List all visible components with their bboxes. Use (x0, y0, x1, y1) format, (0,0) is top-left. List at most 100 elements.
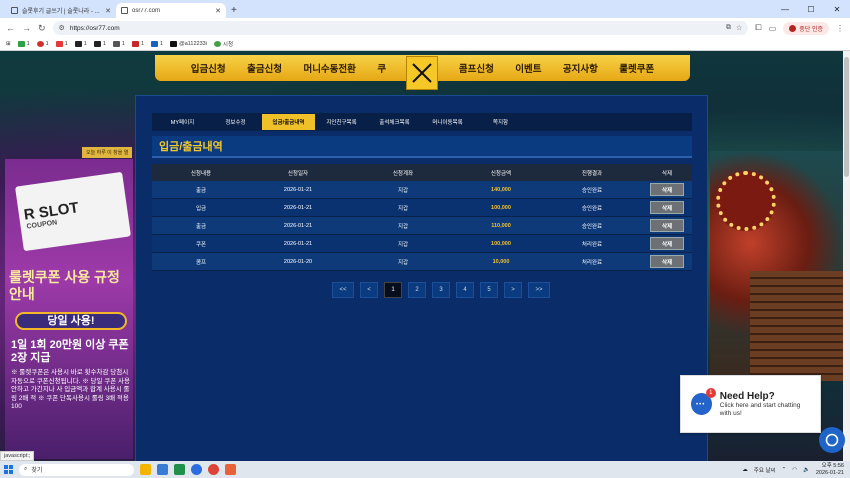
page-icon (121, 7, 128, 14)
close-tab-icon[interactable]: ✕ (215, 7, 221, 15)
new-tab-button[interactable]: + (231, 5, 237, 16)
app-icon[interactable] (174, 464, 185, 475)
delete-button[interactable]: 삭제 (650, 237, 684, 250)
weather-icon: ☁ (742, 466, 748, 473)
close-tab-icon[interactable]: ✕ (105, 7, 111, 15)
open-chat-button[interactable] (819, 427, 845, 453)
tab-strip: 슬롯후기 글쓰기 | 슬롯나라 - ... ✕ osr77.com ✕ + — … (0, 0, 850, 18)
delete-button[interactable]: 삭제 (650, 219, 684, 232)
clock[interactable]: 오후 5:56 2026-01-21 (816, 463, 844, 477)
cell-account: 지갑 (397, 241, 409, 248)
bookmark-item[interactable]: 시청 (213, 40, 233, 48)
page-button[interactable]: 4 (456, 282, 474, 298)
bookmark-item[interactable]: @a112233i (170, 41, 207, 47)
wifi-icon[interactable]: ◠ (792, 467, 797, 473)
status-bar-url: javascript:; (0, 451, 35, 461)
cell-amount: 10,000 (492, 258, 510, 265)
nav-withdraw[interactable]: 출금신청 (247, 61, 282, 75)
translate-icon[interactable]: ⧉ (726, 24, 731, 32)
tab-messages[interactable]: 쪽지함 (474, 114, 527, 130)
prev-page-button[interactable]: < (360, 282, 378, 298)
page-button[interactable]: 5 (480, 282, 498, 298)
bookmark-item[interactable]: 1 (36, 41, 49, 47)
reload-icon[interactable]: ↻ (38, 23, 46, 34)
back-icon[interactable]: ← (6, 23, 15, 33)
weather-text[interactable]: 주요 날씨 (754, 466, 776, 474)
app-icon[interactable] (225, 464, 236, 475)
next-page-button[interactable]: > (504, 282, 522, 298)
tab-money-transfer[interactable]: 머니이동목록 (421, 114, 474, 130)
cell-result: 승인완료 (581, 187, 603, 194)
bookmark-item[interactable]: 1 (131, 41, 144, 47)
scrollbar-thumb[interactable] (844, 57, 849, 177)
bookmark-item[interactable]: 1 (17, 41, 30, 47)
table-row: 출금 2026-01-21 지갑 140,000 승인완료 삭제 (152, 181, 692, 199)
star-icon[interactable]: ☆ (736, 24, 742, 32)
bookmark-item[interactable]: 1 (74, 41, 87, 47)
address-bar[interactable]: ⚙ https://osr77.com ⧉ ☆ (52, 21, 749, 35)
first-page-button[interactable]: << (332, 282, 354, 298)
decorative-image (750, 271, 843, 381)
delete-button[interactable]: 삭제 (650, 183, 684, 196)
sidebar-icon[interactable]: ▭ (769, 24, 777, 33)
site-info-icon[interactable]: ⚙ (59, 24, 65, 32)
delete-button[interactable]: 삭제 (650, 201, 684, 214)
tab-friends[interactable]: 지인친구목록 (315, 114, 368, 130)
page-button[interactable]: 3 (432, 282, 450, 298)
bookmark-item[interactable]: 1 (151, 41, 163, 47)
table-row: 입금 2026-01-21 지갑 100,000 승인완료 삭제 (152, 199, 692, 217)
nav-notice[interactable]: 공지사항 (563, 61, 598, 75)
chrome-icon[interactable] (208, 464, 219, 475)
cell-result: 승인완료 (581, 223, 603, 230)
cell-account: 지갑 (397, 223, 409, 230)
nav-coupon[interactable]: 쿠 (377, 61, 386, 75)
minimize-icon[interactable]: — (772, 0, 798, 18)
extensions-icon[interactable]: ⧠ (755, 23, 761, 33)
cell-result: 처리완료 (581, 259, 603, 266)
app-icon[interactable] (140, 464, 151, 475)
tab-edit-info[interactable]: 정보수정 (209, 114, 262, 130)
tab-mypage[interactable]: MY페이지 (156, 114, 209, 130)
page-title: 입금/출금내역 (152, 136, 692, 158)
maximize-icon[interactable]: ☐ (798, 0, 824, 18)
cell-amount: 140,000 (491, 186, 511, 193)
promo-dismiss-label[interactable]: 오늘 하루 이 창을 열 (82, 147, 133, 158)
nav-event[interactable]: 이벤트 (515, 61, 541, 75)
bookmark-item[interactable]: 1 (55, 41, 68, 47)
nav-roulette[interactable]: 룰렛쿠폰 (619, 61, 654, 75)
delete-button[interactable]: 삭제 (650, 255, 684, 268)
roulette-promo-banner[interactable]: R SLOT COUPON 룰렛쿠폰 사용 규정 안내 당일 사용! 1일 1회… (5, 159, 133, 459)
apps-icon[interactable]: ⊞ (6, 41, 11, 47)
search-icon: ⌕ (24, 466, 28, 472)
page-scrollbar[interactable] (843, 51, 850, 461)
tab-attendance[interactable]: 출석체크목록 (368, 114, 421, 130)
chat-help-widget[interactable]: ••• 1 Need Help? Click here and start ch… (680, 375, 821, 433)
nav-money-convert[interactable]: 머니수동전환 (303, 61, 355, 75)
taskbar-search-input[interactable]: ⌕ 찾기 (19, 463, 134, 476)
close-window-icon[interactable]: ✕ (824, 0, 850, 18)
column-header: 신청계좌 (392, 170, 414, 177)
nav-comp[interactable]: 콤프신청 (459, 61, 494, 75)
help-title: Need Help? (719, 390, 775, 402)
bookmark-item[interactable]: 1 (93, 41, 106, 47)
os-taskbar: ⌕ 찾기 ☁ 주요 날씨 ⌃ ◠ 🔈 오후 5:56 2026-01-21 (0, 461, 850, 478)
close-menu-button[interactable] (406, 56, 438, 90)
browser-tab-1[interactable]: 슬롯후기 글쓰기 | 슬롯나라 - ... ✕ (6, 3, 116, 18)
page-button-current[interactable]: 1 (384, 282, 402, 298)
windows-start-icon[interactable] (4, 465, 13, 474)
volume-icon[interactable]: 🔈 (803, 467, 810, 473)
edge-icon[interactable] (191, 464, 202, 475)
profile-button[interactable]: 중단 인증 (783, 21, 829, 35)
nav-deposit[interactable]: 입금신청 (191, 61, 226, 75)
cell-amount: 100,000 (491, 204, 511, 211)
last-page-button[interactable]: >> (528, 282, 550, 298)
menu-icon[interactable]: ⋮ (836, 24, 844, 33)
casino-background-art (710, 151, 843, 381)
app-icon[interactable] (157, 464, 168, 475)
page-button[interactable]: 2 (408, 282, 426, 298)
bookmark-item[interactable]: 1 (112, 41, 125, 47)
tab-deposit-withdraw-history[interactable]: 입금/출금내역 (262, 114, 315, 130)
forward-icon[interactable]: → (22, 23, 31, 33)
tray-arrow-icon[interactable]: ⌃ (782, 467, 787, 473)
browser-tab-2[interactable]: osr77.com ✕ (116, 3, 226, 18)
